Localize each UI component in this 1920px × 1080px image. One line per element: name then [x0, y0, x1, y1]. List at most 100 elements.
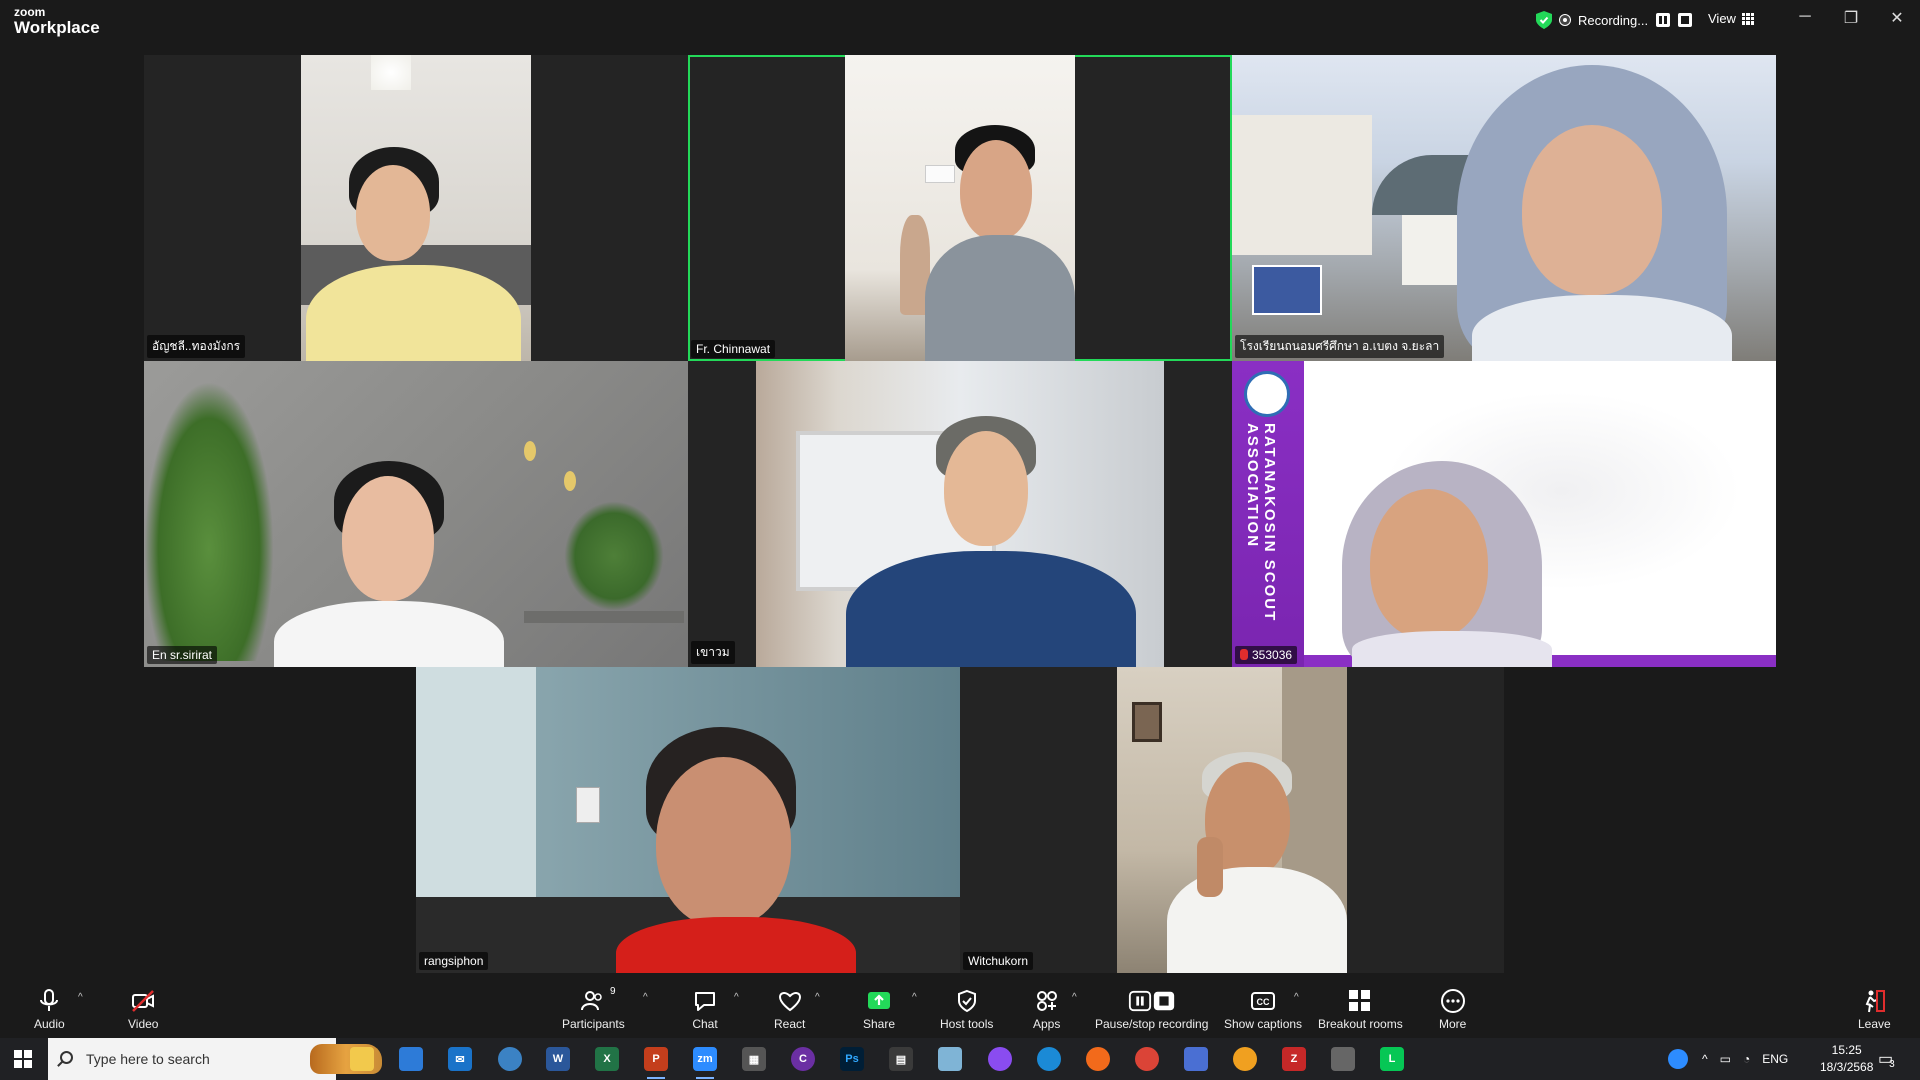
zoom-workplace-icon[interactable]: zm [693, 1047, 717, 1079]
participant-video: RATANAKOSIN SCOUT ASSOCIATION [1232, 361, 1776, 667]
leave-icon [1865, 990, 1886, 1013]
canva-icon[interactable]: C [791, 1047, 815, 1071]
mail-icon[interactable]: ✉ [448, 1047, 472, 1071]
video-tile-active-speaker[interactable]: Fr. Chinnawat [688, 55, 1232, 361]
view-button[interactable]: View [1708, 11, 1754, 26]
messenger-icon[interactable] [988, 1047, 1012, 1071]
pause-recording-icon[interactable] [1656, 13, 1671, 27]
zoom-old-icon[interactable] [498, 1047, 522, 1071]
line-icon[interactable]: L [1380, 1047, 1404, 1071]
video-tile[interactable]: RATANAKOSIN SCOUT ASSOCIATION 353036 [1232, 361, 1776, 667]
zoom-logo: zoom Workplace [14, 5, 100, 37]
participant-name: Fr. Chinnawat [691, 340, 776, 358]
video-button[interactable]: Video [128, 988, 158, 1031]
printer-app-icon[interactable] [1331, 1047, 1355, 1071]
microphone-icon [40, 989, 59, 1011]
pause-recording-button[interactable]: Pause/stop recording [1095, 988, 1208, 1031]
audio-button[interactable]: Audio [34, 988, 65, 1031]
participant-name: เขาวม [691, 641, 735, 664]
windows-start-icon[interactable] [14, 1050, 32, 1068]
show-hidden-icons-chevron-icon[interactable]: ^ [1702, 1052, 1708, 1066]
notes-app-icon[interactable] [938, 1047, 962, 1071]
react-caret-icon[interactable]: ^ [815, 992, 820, 1003]
participants-icon [581, 991, 603, 1011]
share-screen-icon [868, 992, 891, 1009]
more-button[interactable]: More [1439, 988, 1466, 1031]
firefox-icon[interactable] [1086, 1047, 1110, 1071]
svg-text:CC: CC [1257, 997, 1270, 1007]
microsoft-store-icon[interactable] [399, 1047, 423, 1071]
notifications-button[interactable]: ▭ 3 [1878, 1038, 1895, 1080]
chrome-icon[interactable] [1135, 1047, 1159, 1071]
video-tile[interactable]: Witchukorn [960, 667, 1504, 973]
participant-video [301, 55, 531, 361]
apps-caret-icon[interactable]: ^ [1072, 992, 1077, 1003]
audio-options-caret-icon[interactable]: ^ [78, 992, 83, 1003]
participant-video [845, 55, 1075, 361]
clock[interactable]: 15:25 18/3/2568 [1820, 1038, 1873, 1080]
windows-taskbar: Type here to search ✉ W X P zm ▦ C Ps ▤ … [0, 1038, 1920, 1080]
powerpoint-icon[interactable]: P [644, 1047, 668, 1079]
participant-video [756, 361, 1164, 667]
muted-mic-icon [1240, 649, 1248, 660]
filezilla-icon[interactable]: Z [1282, 1047, 1306, 1071]
chat-icon [695, 992, 715, 1011]
language-indicator[interactable]: ENG [1762, 1052, 1788, 1066]
apps-button[interactable]: Apps [1033, 988, 1060, 1031]
qr-scanner-icon[interactable]: ▦ [742, 1047, 766, 1071]
captions-button[interactable]: CC Show captions [1224, 988, 1302, 1031]
chat-caret-icon[interactable]: ^ [734, 992, 739, 1003]
calendar-icon[interactable]: ▤ [889, 1047, 913, 1071]
participant-video [1232, 55, 1776, 361]
breakout-rooms-icon [1349, 990, 1371, 1011]
video-tile[interactable]: เขาวม [688, 361, 1232, 667]
excel-icon[interactable]: X [595, 1047, 619, 1071]
battery-icon[interactable]: ▭ [1720, 1052, 1731, 1066]
word-icon[interactable]: W [546, 1047, 570, 1071]
share-button[interactable]: Share [863, 988, 895, 1031]
scout-emblem-icon [1244, 371, 1290, 417]
heart-icon [778, 992, 801, 1012]
file-explorer-icon[interactable] [350, 1047, 374, 1071]
video-tile[interactable]: โรงเรียนถนอมศรีศึกษา อ.เบตง จ.ยะลา [1232, 55, 1776, 361]
more-icon [1440, 989, 1465, 1013]
participants-caret-icon[interactable]: ^ [643, 992, 648, 1003]
video-tile[interactable]: rangsiphon [416, 667, 960, 973]
video-off-icon [132, 990, 155, 1012]
minimize-icon[interactable]: ─ [1790, 8, 1820, 26]
edge-icon[interactable] [1037, 1047, 1061, 1071]
meeting-toolbar: Audio ^ Video Participants 9 ^ Chat ^ Re… [0, 980, 1920, 1038]
share-caret-icon[interactable]: ^ [912, 992, 917, 1003]
participant-video [1117, 667, 1347, 973]
taskbar-search-box[interactable]: Type here to search [48, 1038, 382, 1080]
chat-button[interactable]: Chat [692, 988, 718, 1031]
captions-caret-icon[interactable]: ^ [1294, 992, 1299, 1003]
feather-app-icon[interactable] [1184, 1047, 1208, 1071]
title-bar: zoom Workplace Recording... View ─ ❐ ✕ [0, 0, 1920, 44]
participant-name: rangsiphon [419, 952, 489, 970]
encryption-shield-icon [1536, 11, 1552, 29]
recording-label: Recording... [1578, 12, 1649, 28]
system-tray: ^ ▭ ◔ ENG [1668, 1038, 1788, 1080]
react-button[interactable]: React [774, 988, 805, 1031]
participant-video [416, 667, 960, 973]
video-tile[interactable]: En sr.sirirat [144, 361, 688, 667]
restore-icon[interactable]: ❐ [1836, 8, 1866, 28]
leave-button[interactable]: Leave [1858, 988, 1891, 1031]
browser-app-icon[interactable] [1233, 1047, 1257, 1071]
recording-indicator: Recording... [1536, 11, 1693, 29]
search-icon [60, 1051, 73, 1064]
participant-name: En sr.sirirat [147, 646, 218, 664]
wifi-icon[interactable]: ◔ [1743, 1052, 1750, 1066]
apps-icon [1036, 991, 1057, 1011]
participant-count-badge: 9 [610, 986, 616, 997]
pause-stop-icon [1128, 990, 1174, 1012]
help-icon[interactable] [1668, 1049, 1688, 1069]
host-tools-button[interactable]: Host tools [940, 988, 993, 1031]
video-tile[interactable]: อัญชลี..ทองมังกร [144, 55, 688, 361]
close-icon[interactable]: ✕ [1882, 8, 1912, 28]
participant-name: Witchukorn [963, 952, 1034, 970]
breakout-rooms-button[interactable]: Breakout rooms [1318, 988, 1403, 1031]
stop-recording-icon[interactable] [1678, 13, 1693, 27]
photoshop-icon[interactable]: Ps [840, 1047, 864, 1071]
